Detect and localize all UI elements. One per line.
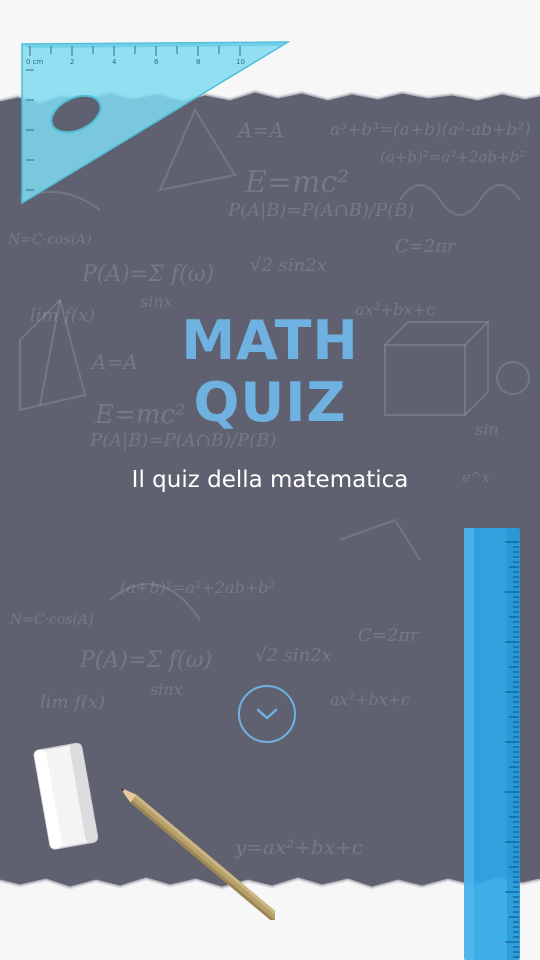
- ruler-mark: 0 cm: [26, 58, 44, 66]
- ruler-mark: 4: [112, 58, 117, 66]
- scroll-down-button[interactable]: [238, 685, 296, 743]
- app-title-line-math: MATH: [181, 309, 359, 372]
- blue-ruler: [464, 528, 520, 960]
- app-subtitle: Il quiz della matematica: [131, 467, 409, 493]
- ruler-mark: 8: [196, 58, 200, 66]
- set-square-ruler: 0 cm 2 4 6 8 10: [21, 41, 290, 205]
- quiz-splash-screen: A=A a³+b³=(a+b)(a²-ab+b²) (a+b)²=a²+2ab+…: [0, 0, 540, 960]
- ruler-mark: 10: [236, 58, 245, 66]
- eraser: [33, 742, 99, 850]
- app-title: MATH QUIZ: [0, 310, 540, 434]
- chevron-down-icon: [256, 708, 278, 720]
- app-title-line-quiz: QUIZ: [193, 371, 347, 434]
- ruler-mark: 6: [154, 58, 159, 66]
- ruler-mark: 2: [70, 58, 74, 66]
- pencil: [119, 787, 275, 920]
